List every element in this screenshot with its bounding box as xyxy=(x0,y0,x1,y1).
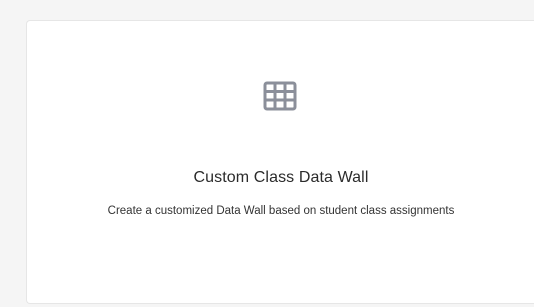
card-description: Create a customized Data Wall based on s… xyxy=(107,205,455,217)
custom-class-data-wall-card[interactable]: Custom Class Data Wall Create a customiz… xyxy=(26,20,534,304)
card-title: Custom Class Data Wall xyxy=(193,169,369,186)
grid-table-icon xyxy=(263,79,297,113)
